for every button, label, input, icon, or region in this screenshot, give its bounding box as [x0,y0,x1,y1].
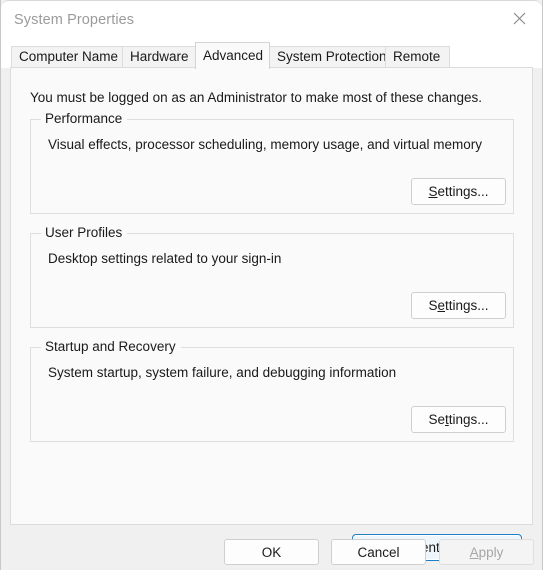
group-user-profiles-legend: User Profiles [41,225,128,240]
group-performance-description: Visual effects, processor scheduling, me… [48,137,482,152]
title-bar: System Properties [1,0,542,42]
administrator-note: You must be logged on as an Administrato… [30,90,483,105]
user-profiles-settings-button[interactable]: Settings... [411,292,506,319]
btn-text-suffix: ettings... [437,184,489,199]
window-title: System Properties [14,12,135,28]
btn-text-suffix: ttings... [445,298,489,313]
apply-button[interactable]: Apply [439,539,534,565]
group-user-profiles: User Profiles Desktop settings related t… [30,225,514,328]
tab-system-protection[interactable]: System Protection [269,46,387,68]
group-user-profiles-description: Desktop settings related to your sign-in [48,251,282,266]
performance-settings-button[interactable]: Settings... [411,178,506,205]
tab-strip: Computer Name Hardware Advanced System P… [1,42,542,69]
group-performance: Performance Visual effects, processor sc… [30,111,514,214]
tab-panel-advanced: You must be logged on as an Administrato… [10,67,533,561]
btn-text-accel: A [469,544,479,560]
tab-computer-name[interactable]: Computer Name [11,46,123,68]
group-performance-legend: Performance [41,111,128,126]
system-properties-dialog: System Properties Computer Name Hardware… [0,0,543,570]
tab-hardware[interactable]: Hardware [122,46,198,68]
btn-text-suffix: pply [478,544,504,560]
ok-button[interactable]: OK [224,539,319,565]
btn-text-prefix: Se [428,412,445,427]
btn-text-accel: e [437,298,445,313]
group-startup-and-recovery: Startup and Recovery System startup, sys… [30,339,514,442]
btn-text-suffix: tings... [448,412,489,427]
close-icon[interactable] [496,1,542,35]
tab-remote[interactable]: Remote [385,46,450,68]
group-startup-description: System startup, system failure, and debu… [48,365,397,380]
tab-advanced[interactable]: Advanced [195,42,270,69]
cancel-button[interactable]: Cancel [331,539,426,565]
group-startup-legend: Startup and Recovery [41,339,181,354]
startup-recovery-settings-button[interactable]: Settings... [411,406,506,433]
